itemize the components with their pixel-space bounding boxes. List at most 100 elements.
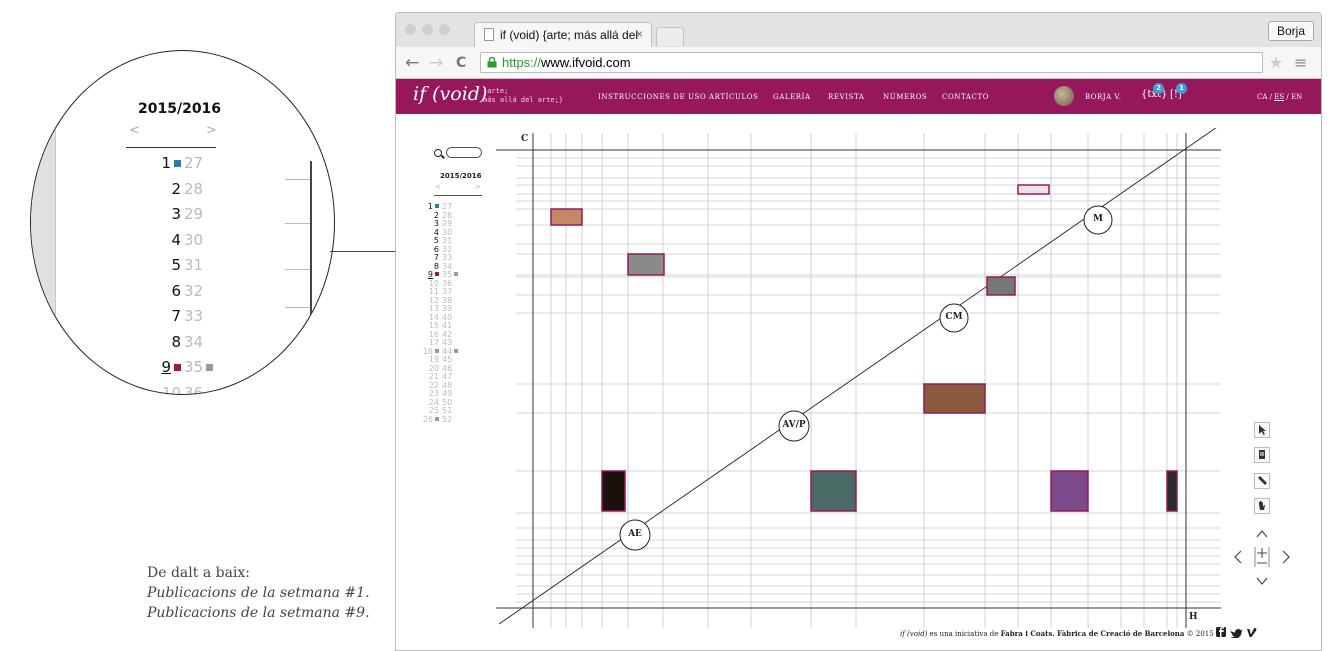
node-cm-label[interactable]: CM xyxy=(940,312,968,322)
url-host: www.ifvoid.com xyxy=(541,55,631,70)
alert-notification[interactable]: [!] 1 xyxy=(1170,83,1187,100)
site-logo[interactable]: if (void) xyxy=(413,83,487,105)
nav-numeros[interactable]: NÚMEROS xyxy=(883,93,927,101)
lang-sep: / xyxy=(1286,93,1289,101)
user-name[interactable]: BORJA V. xyxy=(1085,93,1121,101)
week-number[interactable]: 31 xyxy=(184,256,203,274)
week-number[interactable]: 52 xyxy=(442,415,452,424)
browser-tab[interactable]: if (void) {arte; más allá del × xyxy=(474,22,652,47)
week-number[interactable]: 8 xyxy=(171,333,181,351)
footer-year: © 2015 xyxy=(1184,630,1214,638)
window-maximize-button[interactable] xyxy=(439,24,450,35)
nav-instrucciones[interactable]: INSTRUCCIONES DE USO xyxy=(598,93,706,101)
document-tool-button[interactable] xyxy=(1254,447,1270,463)
pencil-tool-button[interactable] xyxy=(1254,473,1270,489)
document-icon xyxy=(1259,450,1265,459)
sidebar-divider xyxy=(434,195,482,196)
avatar[interactable] xyxy=(1054,86,1074,106)
week-number[interactable]: 29 xyxy=(184,205,203,223)
week-number[interactable]: 35 xyxy=(184,358,214,376)
week-number[interactable]: 2 xyxy=(171,180,181,198)
sidebar-prev-button[interactable]: < xyxy=(435,183,441,191)
grid-vertical-lines xyxy=(550,133,1178,628)
forward-button[interactable]: → xyxy=(429,53,443,73)
thumbnail xyxy=(810,470,857,512)
pan-right-button[interactable] xyxy=(1278,548,1294,564)
magnifier-sidebar-edge xyxy=(31,51,56,394)
footer-org-link[interactable]: Fabra i Coats. Fàbrica de Creació de Bar… xyxy=(1001,629,1185,638)
week-number[interactable]: 4 xyxy=(171,231,181,249)
week-number[interactable]: 32 xyxy=(184,282,203,300)
nav-articulos[interactable]: ARTÍCULOS xyxy=(709,93,758,101)
caption-line: Publicacions de la setmana #9. xyxy=(147,605,370,621)
site-header: if (void) {arte; más allá del arte;} INS… xyxy=(396,79,1321,114)
zoom-icon xyxy=(1254,547,1270,567)
zoom-button[interactable] xyxy=(1254,546,1270,568)
pointer-tool-button[interactable] xyxy=(1254,422,1270,438)
new-tab-button[interactable] xyxy=(656,27,684,46)
language-switcher: CA / ES / EN xyxy=(1257,93,1302,101)
magnifier-grid-line xyxy=(285,223,310,224)
search-input[interactable] xyxy=(446,147,482,158)
txt-count-badge: 2 xyxy=(1153,83,1164,94)
week-number[interactable]: 1 xyxy=(161,154,181,172)
axis-c-label: C xyxy=(521,134,529,144)
lang-es[interactable]: ES xyxy=(1274,93,1284,101)
lang-ca[interactable]: CA xyxy=(1257,93,1267,101)
week-number[interactable]: 36 xyxy=(184,384,203,395)
week-number[interactable]: 30 xyxy=(184,231,203,249)
thumbnail xyxy=(1050,470,1089,512)
window-close-button[interactable] xyxy=(405,24,416,35)
pan-up-button[interactable] xyxy=(1254,526,1270,542)
site-tagline: {arte; más allá del arte;} xyxy=(483,87,564,104)
nav-contacto[interactable]: CONTACTO xyxy=(942,93,989,101)
tab-close-icon[interactable]: × xyxy=(636,27,643,41)
week-number[interactable]: 27 xyxy=(184,154,203,172)
social-links[interactable] xyxy=(1216,626,1260,641)
week-number[interactable]: 28 xyxy=(184,180,203,198)
footer-brand: if (void) xyxy=(900,630,928,638)
publication-marker xyxy=(454,272,459,276)
search-icon[interactable] xyxy=(434,149,442,157)
week-number[interactable]: 6 xyxy=(171,282,181,300)
week-number[interactable]: 34 xyxy=(184,333,203,351)
axis-h-label: H xyxy=(1189,612,1198,622)
address-bar[interactable]: https://www.ifvoid.com xyxy=(480,52,1263,73)
publication-marker xyxy=(174,364,181,371)
browser-menu-icon[interactable]: ≡ xyxy=(1294,53,1307,72)
week-number[interactable]: 10 xyxy=(162,384,181,395)
nav-galeria[interactable]: GALERÍA xyxy=(773,93,811,101)
week-number[interactable]: 33 xyxy=(184,307,203,325)
magnifier-grid-line xyxy=(310,161,312,391)
profile-button[interactable]: Borja xyxy=(1267,21,1314,41)
pan-left-button[interactable] xyxy=(1230,548,1246,564)
week-number[interactable]: 26 xyxy=(423,415,439,424)
lang-en[interactable]: EN xyxy=(1291,93,1302,101)
sidebar-next-button[interactable]: > xyxy=(475,183,481,191)
node-ae-label[interactable]: AE xyxy=(620,529,650,539)
window-minimize-button[interactable] xyxy=(422,24,433,35)
grid-canvas[interactable]: C H M CM AV/P AE xyxy=(496,124,1266,628)
txt-notification[interactable]: {txt} 2 xyxy=(1141,83,1167,100)
week-number[interactable]: 5 xyxy=(171,256,181,274)
magnifier-circle: 2015/2016 < > 1 27 2 28 3 29 4 30 5 31 6 32 7 33 8 34 9 3… xyxy=(30,50,335,395)
grid-svg[interactable] xyxy=(496,124,1266,628)
nav-revista[interactable]: REVISTA xyxy=(828,93,865,101)
footer: if (void) es una iniciativa de Fabra i C… xyxy=(900,629,1214,638)
week-number[interactable]: 7 xyxy=(171,307,181,325)
page-icon xyxy=(484,28,494,41)
pointer-icon xyxy=(1259,425,1266,435)
chevron-left-icon xyxy=(1234,550,1242,564)
node-m-label[interactable]: M xyxy=(1084,214,1112,224)
reload-button[interactable]: C xyxy=(456,55,466,71)
thumbnail xyxy=(601,470,626,512)
hand-tool-button[interactable] xyxy=(1254,498,1270,514)
pan-down-button[interactable] xyxy=(1254,573,1270,589)
magnifier-zoom: 2015/2016 < > 1 27 2 28 3 29 4 30 5 31 6 32 7 33 8 34 9 3… xyxy=(30,50,335,395)
back-button[interactable]: ← xyxy=(405,53,419,73)
week-number[interactable]: 3 xyxy=(171,205,181,223)
vimeo-icon xyxy=(1247,627,1257,637)
node-avp-label[interactable]: AV/P xyxy=(779,420,809,430)
week-number[interactable]: 9 xyxy=(161,358,181,376)
bookmark-star-icon[interactable]: ★ xyxy=(1269,53,1283,72)
